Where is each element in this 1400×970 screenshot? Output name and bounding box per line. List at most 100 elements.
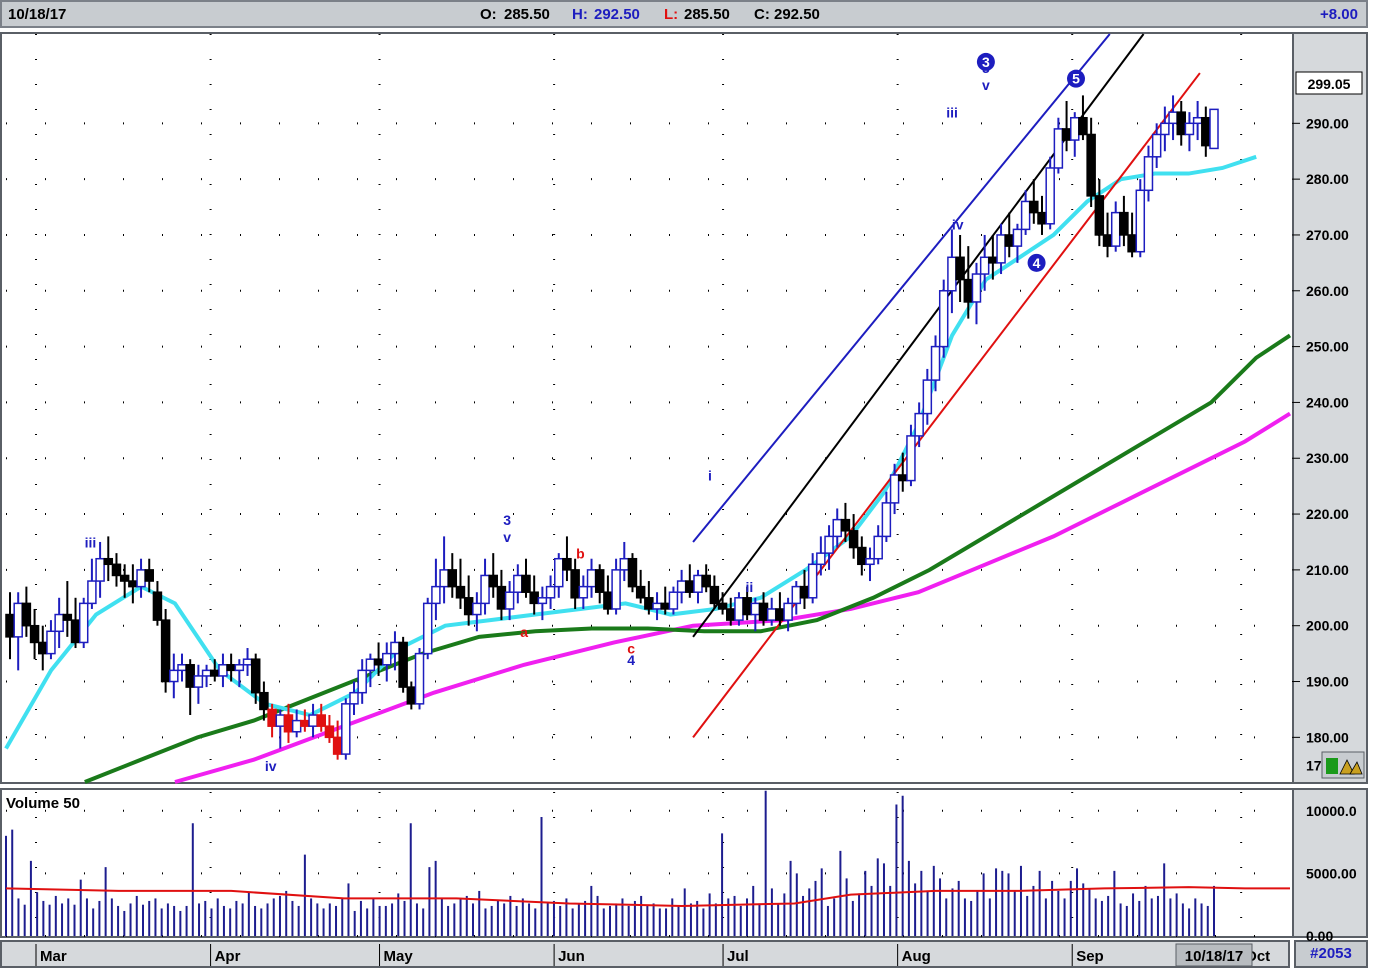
candle-body — [1192, 116, 1203, 125]
volume-average-line — [5, 886, 1290, 907]
candle-body — [865, 557, 875, 566]
candle-body — [1119, 211, 1129, 236]
candle-body — [1004, 234, 1014, 247]
candle-body — [619, 557, 630, 571]
candle-body — [316, 714, 326, 727]
channel-line-red — [692, 72, 1201, 738]
month-label: Jul — [727, 948, 749, 965]
candle-body — [1184, 122, 1195, 136]
current-price-label: 299.05 — [1308, 76, 1351, 92]
candle-body — [1176, 111, 1186, 136]
candle-body — [357, 669, 367, 694]
wave-label: v — [503, 529, 511, 545]
candle-body — [160, 619, 171, 683]
candle-body — [570, 569, 580, 599]
candle-body — [283, 714, 294, 733]
candle-body — [758, 602, 769, 621]
candle-body — [332, 736, 343, 755]
candle-body — [1045, 167, 1055, 225]
wave-circle-label: 4 — [1033, 255, 1041, 271]
month-label: May — [384, 948, 414, 965]
candle-body — [136, 569, 146, 588]
month-label: Aug — [902, 948, 931, 965]
candle-body — [988, 256, 998, 264]
candle-body — [1127, 234, 1137, 253]
candle-body — [635, 585, 646, 599]
candle-body — [1160, 122, 1170, 136]
price-tick-label: 250.00 — [1306, 339, 1349, 355]
price-tick-label: 17 — [1306, 757, 1322, 773]
candle-body — [783, 602, 793, 621]
candle-body — [1078, 116, 1088, 136]
candle-body — [70, 619, 81, 644]
candle-body — [906, 435, 916, 482]
candle-body — [947, 256, 957, 292]
candle-body — [832, 518, 842, 538]
candle-body — [971, 273, 982, 303]
price-tick-label: 230.00 — [1306, 450, 1349, 466]
candle-body — [898, 474, 908, 482]
candle-body — [578, 585, 589, 599]
moving-average-mid — [84, 333, 1292, 784]
wave-label: iii — [85, 535, 97, 551]
candle-body — [545, 585, 556, 599]
price-tick-label: 280.00 — [1306, 171, 1349, 187]
candle-body — [324, 725, 335, 739]
candle-body — [644, 597, 654, 610]
candle-body — [930, 345, 941, 381]
wave-label: ii — [745, 579, 753, 595]
candle-body — [1168, 111, 1178, 125]
candle-body — [1110, 211, 1121, 247]
wave-label: v — [982, 77, 990, 93]
candle-body — [455, 585, 466, 599]
candle-body — [660, 602, 670, 610]
candle-body — [955, 256, 965, 281]
price-tick-label: 240.00 — [1306, 394, 1349, 410]
candle-body — [95, 557, 105, 582]
volume-title: Volume 50 — [6, 795, 80, 812]
volume-y-ticks: 10000.0 5000.00 0.00 — [1306, 803, 1357, 944]
candle-body — [693, 574, 703, 593]
candle-body — [1135, 189, 1146, 253]
candle-body — [562, 557, 572, 571]
candle-body — [922, 379, 933, 415]
candle-body — [717, 602, 728, 610]
candle-body — [480, 574, 490, 605]
scale-toggle-icon[interactable] — [1321, 751, 1365, 779]
wave-circle-label: 5 — [1072, 71, 1080, 87]
candle-body — [513, 574, 523, 593]
candle-body — [881, 502, 892, 538]
candle-body — [742, 597, 752, 616]
candle-body — [349, 691, 359, 705]
month-label: Mar — [40, 948, 67, 965]
candle-body — [78, 602, 89, 644]
month-label: Sep — [1076, 948, 1104, 965]
volume-tick-label: 10000.0 — [1306, 803, 1357, 819]
candle-body — [414, 652, 425, 705]
candle-body — [144, 569, 154, 582]
candle-body — [267, 708, 277, 727]
candle-body — [447, 569, 458, 588]
candle-body — [62, 613, 73, 621]
candle-body — [177, 664, 187, 672]
candle-body — [775, 608, 785, 621]
candle-body — [406, 686, 417, 705]
candle-body — [54, 613, 64, 633]
candle-body — [275, 714, 286, 727]
candle-body — [840, 518, 851, 532]
wave-label: iv — [265, 758, 277, 774]
candle-body — [537, 597, 548, 605]
wave-label: iv — [952, 216, 964, 232]
candle-body — [1029, 200, 1039, 214]
wave-label: 4 — [627, 652, 635, 668]
candle-body — [726, 608, 736, 621]
candle-body — [169, 669, 179, 683]
candle-body — [586, 569, 597, 588]
candle-body — [824, 535, 834, 554]
price-tick-label: 190.00 — [1306, 674, 1349, 690]
stock-chart: 180.00 190.00 200.00 210.00 220.00 230.00 240.… — [4, 33, 1365, 967]
candle-body — [979, 256, 990, 275]
month-label: Jun — [558, 948, 585, 965]
candle-body — [750, 602, 761, 616]
candle-body — [193, 675, 204, 688]
